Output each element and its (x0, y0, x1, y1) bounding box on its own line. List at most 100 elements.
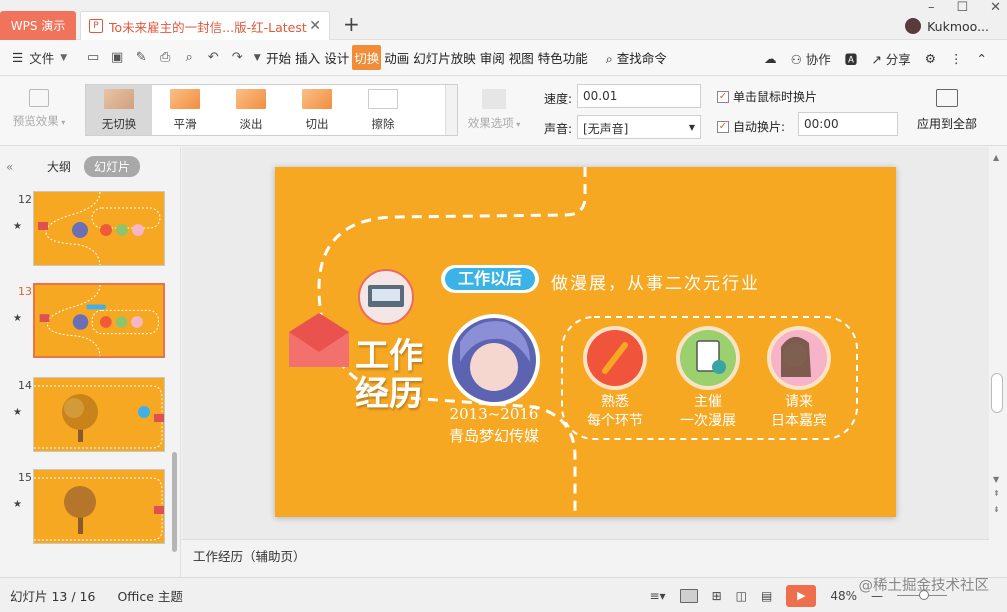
sound-select[interactable]: [无声音] ▼ (577, 115, 701, 139)
transition-smooth[interactable]: 平滑 (152, 85, 218, 135)
undo-icon[interactable]: ↶ (201, 46, 225, 70)
next-slide-icon[interactable]: ⇟ (993, 505, 1000, 514)
slide-item-2: 主催 一次漫展 (666, 393, 750, 431)
apply-all-label: 应用到全部 (916, 117, 977, 131)
slide-item-3: 请来 日本嘉宾 (757, 393, 841, 431)
redo-icon[interactable]: ↷ (225, 46, 249, 70)
checkbox-checked-icon: ✓ (717, 120, 729, 133)
panel-scrollbar[interactable] (172, 452, 177, 552)
text-box-icon[interactable]: 🅰 (845, 49, 858, 68)
preview-effect-button[interactable]: 预览效果 ▾ (8, 89, 70, 129)
thumb-number: 15 (18, 471, 32, 484)
slide-sorter-icon[interactable]: ⊞ (712, 589, 722, 603)
new-tab-button[interactable]: + (343, 12, 360, 36)
menu-item-review[interactable]: 审阅 (479, 45, 506, 70)
close-tab-icon[interactable]: ✕ (309, 18, 321, 34)
window-controls: – ☐ ✕ (928, 0, 1001, 15)
search-command[interactable]: ⌕ 查找命令 (605, 45, 668, 70)
zoom-level[interactable]: 48% (830, 589, 857, 603)
open-folder-icon[interactable]: ▭ (81, 46, 105, 70)
menu-item-home[interactable]: 开始 (265, 45, 292, 70)
animation-star-icon: ★ (13, 499, 22, 510)
menu-item-view[interactable]: 视图 (508, 45, 535, 70)
theme-name[interactable]: Office 主题 (117, 586, 182, 605)
customize-toolbar-icon[interactable]: ▼ (249, 46, 265, 70)
normal-view-icon[interactable] (679, 588, 698, 603)
close-window-icon[interactable]: ✕ (990, 0, 1001, 15)
slide-item-1-line1: 熟悉 (601, 394, 629, 410)
slide-thumbnail-13[interactable]: 13 ★ (0, 283, 175, 363)
gallery-scrollbar[interactable] (445, 85, 457, 135)
more-options-icon[interactable]: ⋮ (950, 51, 963, 66)
slide-title: 工作 经历 (355, 337, 423, 413)
transition-cut[interactable]: 切出 (284, 85, 350, 135)
slide-badge: 工作以后 (457, 269, 522, 288)
collapse-ribbon-icon[interactable]: ⌃ (977, 51, 987, 66)
share-button[interactable]: ↗ 分享 (871, 49, 910, 68)
cloud-sync-icon[interactable]: ☁ (764, 51, 777, 66)
apply-to-all-button[interactable]: 应用到全部 (910, 89, 984, 132)
collab-button[interactable]: ⚇ 协作 (791, 49, 831, 68)
menu-item-transitions[interactable]: 切换 (352, 45, 382, 70)
slide-thumbnail-14[interactable]: 14 ★ (0, 377, 175, 457)
search-command-label: 查找命令 (616, 51, 667, 66)
play-slideshow-button[interactable]: ▶ (786, 584, 817, 607)
user-account[interactable]: Kukmoo... (905, 18, 989, 34)
effect-options-button[interactable]: 效果选项 ▾ (463, 89, 525, 131)
minimize-icon[interactable]: – (928, 0, 935, 15)
thumb-number: 14 (18, 379, 32, 392)
app-tab[interactable]: WPS 演示 (0, 11, 76, 40)
zoom-slider[interactable] (897, 590, 947, 600)
collapse-panel-icon[interactable]: « (6, 160, 13, 174)
share-icon: ↗ (871, 51, 882, 67)
menu-item-animation[interactable]: 动画 (383, 45, 410, 70)
menu-item-design[interactable]: 设计 (323, 45, 350, 70)
auto-advance-time-value: 00:00 (804, 117, 839, 131)
settings-icon[interactable]: ⚙ (925, 51, 936, 66)
auto-advance-time-input[interactable]: 00:00 (798, 112, 898, 136)
save-icon[interactable]: ▣ (105, 46, 129, 70)
animation-star-icon: ★ (13, 407, 22, 418)
menu-item-features[interactable]: 特色功能 (537, 45, 589, 70)
notes-toggle-icon[interactable]: ≡▾ (650, 589, 666, 603)
vertical-scrollbar[interactable]: ▲ ▼ ⇞ ⇟ (989, 147, 1007, 577)
tab-slides[interactable]: 幻灯片 (84, 156, 141, 177)
notes-text: 工作经历（辅助页） (193, 549, 306, 564)
menu-item-slideshow[interactable]: 幻灯片放映 (412, 45, 477, 70)
current-slide[interactable]: 工作 经历 工作以后 做漫展，从事二次元行业 2013~2016 青岛梦幻传媒 … (275, 167, 896, 517)
print-icon[interactable]: ⎙ (153, 46, 177, 70)
share-label: 分享 (885, 51, 911, 67)
menu-bar: ☰ 文件 ▼ ▭ ▣ ✎ ⎙ ⌕ ↶ ↷ ▼ 开始 插入 设计 切换 动画 幻灯… (0, 40, 1007, 76)
slide-thumbnail-12[interactable]: 12 ★ (0, 191, 175, 271)
tab-outline[interactable]: 大纲 (47, 158, 71, 175)
speed-input[interactable]: 00.01 (577, 84, 701, 108)
presenter-tools-icon[interactable]: ▤ (761, 589, 772, 603)
previous-slide-icon[interactable]: ⇞ (993, 489, 1000, 498)
menu-item-insert[interactable]: 插入 (294, 45, 321, 70)
print-preview-icon[interactable]: ⌕ (177, 46, 201, 70)
transition-fade[interactable]: 淡出 (218, 85, 284, 135)
slide-editor: 工作 经历 工作以后 做漫展，从事二次元行业 2013~2016 青岛梦幻传媒 … (182, 147, 989, 539)
transition-wipe[interactable]: 擦除 (350, 85, 416, 135)
reading-view-icon[interactable]: ◫ (736, 589, 747, 603)
slide-panel: « 大纲 幻灯片 12 ★ 13 ★ 14 ★ 15 ★ (0, 147, 181, 577)
transition-none[interactable]: 无切换 (86, 85, 152, 135)
scroll-down-icon[interactable]: ▼ (993, 475, 999, 484)
maximize-icon[interactable]: ☐ (956, 0, 968, 15)
file-menu[interactable]: ☰ 文件 ▼ (12, 48, 67, 67)
slide-item-2-line1: 主催 (694, 394, 722, 410)
auto-advance-checkbox[interactable]: ✓ 自动换片: (717, 118, 785, 135)
slide-thumbnail-15[interactable]: 15 ★ (0, 469, 175, 549)
auto-advance-label: 自动换片: (733, 120, 786, 134)
document-tab[interactable]: P To未来雇主的一封信...版-红-Latest ✕ (80, 11, 330, 40)
scroll-up-icon[interactable]: ▲ (993, 153, 999, 162)
on-click-checkbox[interactable]: ✓ 单击鼠标时换片 (717, 88, 817, 105)
avatar (905, 18, 922, 34)
presentation-file-icon: P (89, 19, 103, 33)
scroll-thumb[interactable] (991, 373, 1003, 413)
format-painter-icon[interactable]: ✎ (129, 46, 153, 70)
notes-pane[interactable]: 工作经历（辅助页） (182, 539, 989, 577)
slide-item-3-line2: 日本嘉宾 (771, 413, 827, 429)
transition-cut-label: 切出 (305, 117, 329, 131)
preview-icon (29, 89, 49, 107)
